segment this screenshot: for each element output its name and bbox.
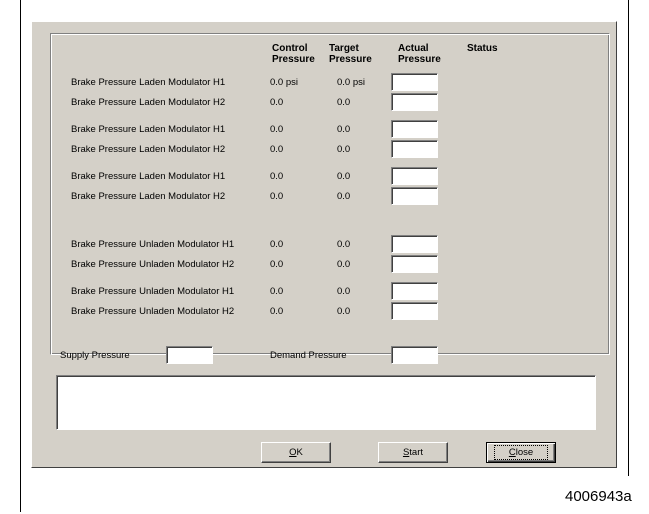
table-row: Brake Pressure Unladen Modulator H1 0.0 …: [51, 281, 609, 301]
target-pressure-value: 0.0: [337, 124, 351, 135]
close-mnemonic: C: [508, 447, 516, 458]
target-pressure-value: 0.0: [337, 191, 351, 202]
control-pressure-value: 0.0: [270, 124, 284, 135]
row-label: Brake Pressure Unladen Modulator H1: [71, 286, 235, 297]
control-pressure-value: 0.0: [270, 171, 284, 182]
table-row: Brake Pressure Laden Modulator H2 0.0 0.…: [51, 139, 609, 159]
actual-pressure-input[interactable]: [391, 73, 438, 91]
document-frame-right: [628, 0, 629, 476]
table-row: Brake Pressure Unladen Modulator H2 0.0 …: [51, 301, 609, 321]
control-pressure-value: 0.0: [270, 286, 284, 297]
row-label: Brake Pressure Laden Modulator H1: [71, 77, 226, 88]
close-button[interactable]: Close: [486, 442, 556, 463]
supply-pressure-input[interactable]: [166, 346, 213, 364]
table-row: Brake Pressure Laden Modulator H2 0.0 0.…: [51, 92, 609, 112]
control-pressure-value: 0.0: [270, 97, 284, 108]
document-frame-left: [20, 0, 21, 512]
actual-pressure-input[interactable]: [391, 93, 438, 111]
brake-pressure-dialog: Control Pressure Target Pressure Actual …: [31, 21, 617, 468]
row-label: Brake Pressure Laden Modulator H2: [71, 191, 226, 202]
table-row: Brake Pressure Unladen Modulator H1 0.0 …: [51, 234, 609, 254]
start-label-rest: tart: [409, 447, 424, 458]
demand-pressure-label: Demand Pressure: [270, 350, 347, 361]
row-label: Brake Pressure Laden Modulator H1: [71, 171, 226, 182]
ok-mnemonic: O: [289, 447, 297, 458]
row-label: Brake Pressure Laden Modulator H2: [71, 97, 226, 108]
target-pressure-value: 0.0: [337, 171, 351, 182]
table-row: Brake Pressure Laden Modulator H1 0.0 ps…: [51, 72, 609, 92]
actual-pressure-input[interactable]: [391, 302, 438, 320]
target-pressure-value: 0.0: [337, 97, 351, 108]
header-status: Status: [467, 43, 498, 54]
actual-pressure-input[interactable]: [391, 167, 438, 185]
demand-pressure-input[interactable]: [391, 346, 438, 364]
header-actual-pressure: Actual Pressure: [398, 43, 441, 65]
ok-label-rest: K: [296, 447, 303, 458]
figure-caption: 4006943a: [565, 488, 632, 505]
start-button[interactable]: Start: [378, 442, 448, 463]
header-target-pressure: Target Pressure: [329, 43, 372, 65]
table-row: Brake Pressure Laden Modulator H2 0.0 0.…: [51, 186, 609, 206]
target-pressure-value: 0.0 psi: [337, 77, 365, 88]
row-label: Brake Pressure Laden Modulator H2: [71, 144, 226, 155]
actual-pressure-input[interactable]: [391, 255, 438, 273]
table-row: Brake Pressure Unladen Modulator H2 0.0 …: [51, 254, 609, 274]
row-label: Brake Pressure Unladen Modulator H2: [71, 259, 235, 270]
target-pressure-value: 0.0: [337, 306, 351, 317]
pressure-group-box: Control Pressure Target Pressure Actual …: [50, 33, 610, 355]
row-label: Brake Pressure Unladen Modulator H1: [71, 239, 235, 250]
header-control-pressure: Control Pressure: [272, 43, 315, 65]
supply-pressure-label: Supply Pressure: [60, 350, 130, 361]
actual-pressure-input[interactable]: [391, 120, 438, 138]
control-pressure-value: 0.0 psi: [270, 77, 298, 88]
ok-button[interactable]: OK: [261, 442, 331, 463]
target-pressure-value: 0.0: [337, 286, 351, 297]
target-pressure-value: 0.0: [337, 144, 351, 155]
control-pressure-value: 0.0: [270, 191, 284, 202]
control-pressure-value: 0.0: [270, 239, 284, 250]
close-label-rest: lose: [515, 447, 534, 458]
target-pressure-value: 0.0: [337, 239, 351, 250]
target-pressure-value: 0.0: [337, 259, 351, 270]
actual-pressure-input[interactable]: [391, 235, 438, 253]
row-label: Brake Pressure Unladen Modulator H2: [71, 306, 235, 317]
actual-pressure-input[interactable]: [391, 187, 438, 205]
close-focus-rect: Close: [493, 445, 549, 460]
control-pressure-value: 0.0: [270, 259, 284, 270]
table-row: Brake Pressure Laden Modulator H1 0.0 0.…: [51, 119, 609, 139]
row-label: Brake Pressure Laden Modulator H1: [71, 124, 226, 135]
control-pressure-value: 0.0: [270, 306, 284, 317]
actual-pressure-input[interactable]: [391, 282, 438, 300]
actual-pressure-input[interactable]: [391, 140, 438, 158]
table-row: Brake Pressure Laden Modulator H1 0.0 0.…: [51, 166, 609, 186]
message-textarea[interactable]: [56, 375, 596, 430]
control-pressure-value: 0.0: [270, 144, 284, 155]
